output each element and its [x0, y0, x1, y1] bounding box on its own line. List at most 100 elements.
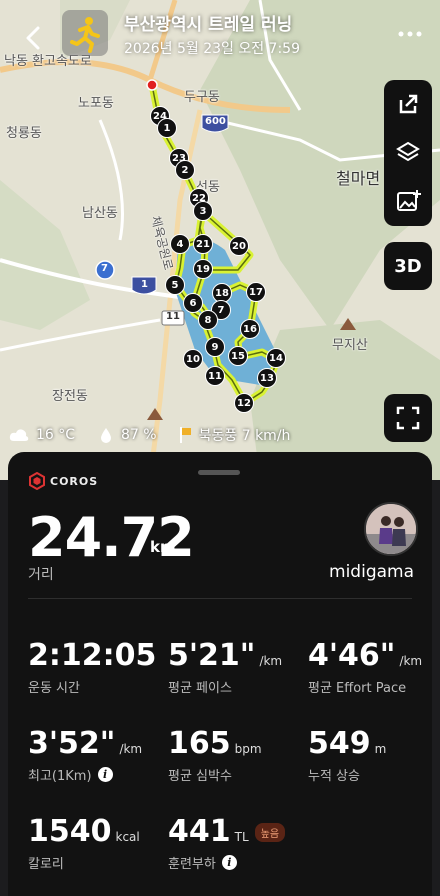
temperature-value: 16 °C: [36, 427, 76, 443]
info-icon[interactable]: i: [221, 855, 237, 870]
add-image-button[interactable]: [384, 178, 432, 226]
stat-label: 평균 심박수: [168, 769, 232, 784]
stat-label: 최고(1Km): [28, 769, 92, 784]
route-marker: 13: [257, 368, 277, 388]
route-marker: 1: [157, 118, 177, 138]
training-load-badge: 높음: [254, 823, 286, 842]
route-marker: 9: [205, 337, 225, 357]
stat-label: 누적 상승: [308, 769, 360, 784]
drag-handle[interactable]: [198, 470, 240, 475]
cloud-icon: [9, 429, 29, 441]
route-marker: 5: [165, 275, 185, 295]
coros-logo: COROS: [28, 472, 98, 490]
route-marker: 14: [266, 348, 286, 368]
route-marker: 17: [246, 282, 266, 302]
3d-view-button[interactable]: 3D: [384, 242, 432, 290]
layers-button[interactable]: [384, 129, 432, 177]
humidity-icon: [101, 428, 112, 443]
activity-title: 부산광역시 트레일 러닝: [124, 15, 293, 35]
route-marker: 15: [228, 346, 248, 366]
brand-text: COROS: [50, 474, 99, 488]
stat-value: 441: [168, 814, 231, 849]
stat-unit: bpm: [234, 742, 262, 756]
coros-logo-icon: [29, 472, 45, 490]
stat-label: 평균 페이스: [168, 681, 232, 696]
route-marker: 6: [183, 293, 203, 313]
stat-unit: TL: [234, 830, 249, 844]
map-label-jangjeon: 장전동: [52, 389, 88, 404]
stat-value: 549: [308, 726, 371, 761]
route-marker: 20: [229, 236, 249, 256]
stat-unit: /km: [259, 654, 283, 668]
stat-training-load: 441 TL 높음 훈련부하 i: [168, 814, 286, 872]
share-button[interactable]: [384, 80, 432, 128]
share-icon: [399, 94, 418, 114]
map-base: [0, 0, 440, 480]
stat-avg-heart-rate: 165 bpm 평균 심박수: [168, 726, 262, 784]
stat-value: 2:12:05: [28, 638, 157, 673]
stat-unit: kcal: [115, 830, 140, 844]
stat-best-1km: 3'52"/km 최고(1Km) i: [28, 726, 142, 784]
stat-label: 평균 Effort Pace: [308, 681, 407, 696]
stat-avg-pace: 5'21"/km 평균 페이스: [168, 638, 282, 696]
activity-date: 2026년 5월 23일 오전 7:59: [124, 41, 300, 57]
route-marker: 4: [170, 234, 190, 254]
map-label-dugu: 두구동: [184, 90, 220, 105]
more-options-button[interactable]: [396, 24, 424, 44]
map-label-namsan: 남산동: [82, 206, 118, 221]
stat-duration: 2:12:05 운동 시간: [28, 638, 156, 696]
road-shield-600: 600: [205, 116, 226, 127]
route-marker: 8: [198, 310, 218, 330]
wind-flag-icon: [179, 427, 191, 443]
fullscreen-button[interactable]: [384, 394, 432, 442]
humidity-value: 87 %: [121, 427, 157, 443]
stat-value: 5'21": [168, 638, 256, 673]
stat-unit: /km: [119, 742, 143, 756]
avatar[interactable]: [364, 502, 418, 556]
map-label-cheongryong: 청룡동: [6, 126, 42, 141]
weather-bar: 16 °C 87 % 북동풍 7 km/h: [8, 424, 290, 446]
info-icon[interactable]: i: [97, 767, 113, 782]
map-label-nopo: 노포동: [78, 96, 114, 111]
layers-icon: [396, 141, 420, 162]
avatar-photo: [366, 504, 416, 554]
stat-label: 훈련부하: [168, 857, 216, 872]
stat-value: 165: [168, 726, 231, 761]
route-marker: 2: [175, 160, 195, 180]
stat-value: 3'52": [28, 726, 116, 761]
divider: [28, 598, 412, 599]
route-marker: 10: [183, 349, 203, 369]
back-button[interactable]: [16, 20, 52, 56]
road-shield-1: 1: [141, 279, 148, 290]
chevron-left-icon: [26, 26, 40, 50]
username[interactable]: midigama: [329, 562, 414, 582]
route-marker: 19: [193, 259, 213, 279]
stat-unit: m: [374, 742, 387, 756]
map-tools: [384, 80, 432, 226]
fullscreen-icon: [396, 406, 420, 430]
stat-effort-pace: 4'46"/km 평균 Effort Pace: [308, 638, 422, 696]
road-shield-7: 7: [101, 263, 108, 274]
stat-label: 칼로리: [28, 857, 64, 872]
distance-unit: km: [150, 538, 176, 556]
stat-value: 1540: [28, 814, 112, 849]
stat-unit: /km: [399, 654, 423, 668]
route-map[interactable]: 낙동 환고속도로 노포동 두구동 청룡동 남산동 철마면 선동 체육공원로 장전…: [0, 0, 440, 480]
image-add-icon: [397, 190, 421, 211]
activity-summary-sheet: COROS 24.72 km 거리 midigama 2:12:05 운동 시간…: [8, 452, 432, 896]
distance-label: 거리: [28, 567, 54, 583]
route-marker: 16: [240, 319, 260, 339]
route-marker: 3: [193, 201, 213, 221]
road-shield-11: 11: [166, 311, 180, 322]
map-label-cheolma: 철마면: [336, 169, 381, 188]
running-icon: [70, 17, 100, 53]
stat-value: 4'46": [308, 638, 396, 673]
more-dots-icon: [398, 31, 422, 37]
route-marker: 21: [193, 234, 213, 254]
stat-calories: 1540 kcal 칼로리: [28, 814, 140, 872]
map-label-mujisan: 무지산: [332, 338, 368, 353]
route-marker: 11: [205, 366, 225, 386]
stat-elevation-gain: 549 m 누적 상승: [308, 726, 386, 784]
wind-value: 북동풍 7 km/h: [198, 428, 291, 444]
route-marker: 12: [234, 393, 254, 413]
